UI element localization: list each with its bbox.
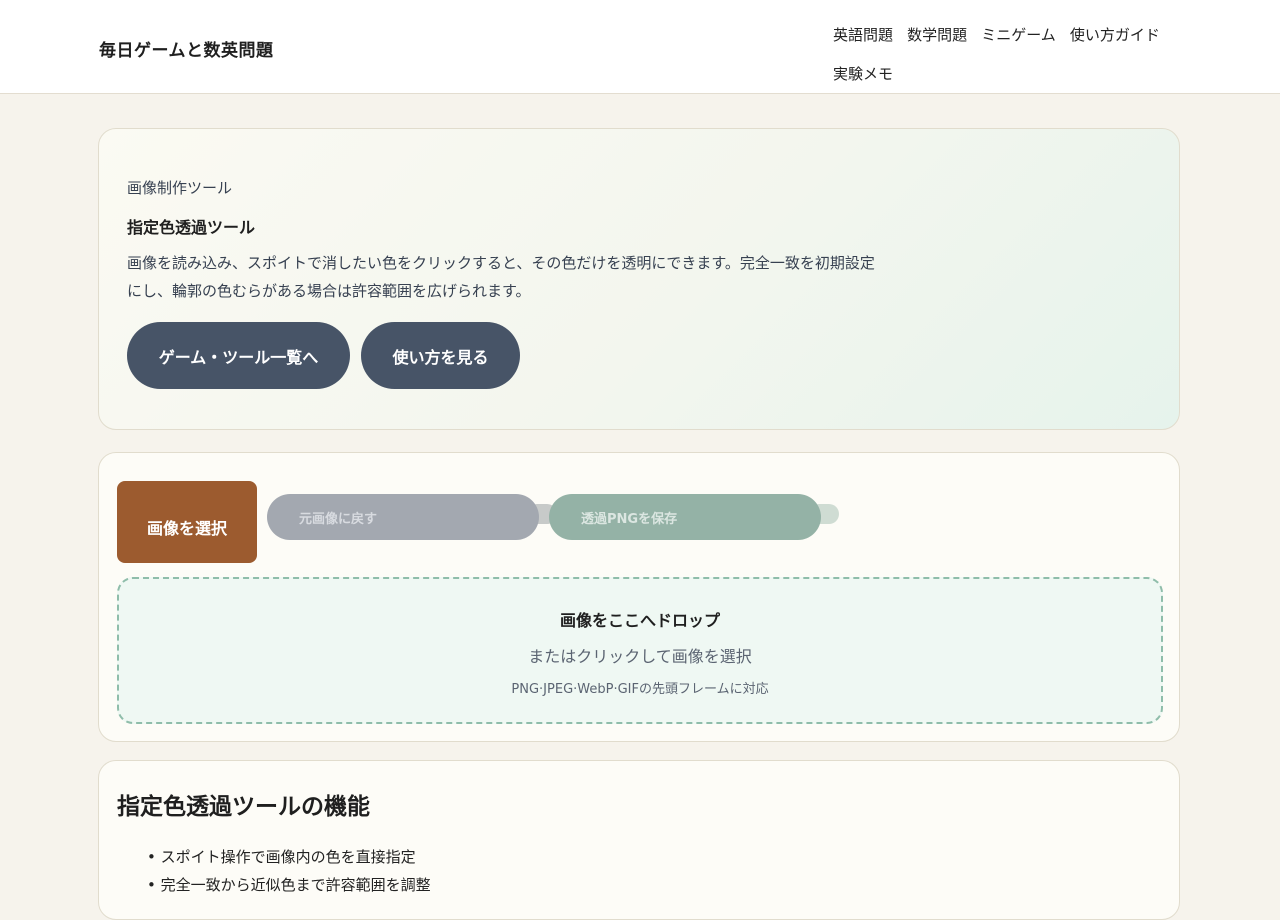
hero-card: 画像制作ツール 指定色透過ツール 画像を読み込み、スポイトで消したい色をクリック… bbox=[98, 128, 1180, 430]
howto-button[interactable]: 使い方を見る bbox=[361, 322, 520, 389]
save-png-button[interactable]: 透過PNGを保存 bbox=[549, 494, 821, 540]
dropzone-title: 画像をここへドロップ bbox=[559, 611, 720, 630]
features-list: スポイト操作で画像内の色を直接指定 完全一致から近似色まで許容範囲を調整 bbox=[147, 843, 431, 899]
list-item: 完全一致から近似色まで許容範囲を調整 bbox=[147, 871, 431, 899]
dropzone-format-note: PNG·JPEG·WebP·GIFの先頭フレームに対応 bbox=[511, 682, 769, 697]
nav-link-guide[interactable]: 使い方ガイド bbox=[1070, 16, 1160, 55]
page-title: 指定色透過ツール bbox=[127, 218, 256, 237]
dropzone-subtitle: またはクリックして画像を選択 bbox=[528, 647, 752, 666]
features-card: 指定色透過ツールの機能 スポイト操作で画像内の色を直接指定 完全一致から近似色ま… bbox=[98, 760, 1180, 920]
features-heading: 指定色透過ツールの機能 bbox=[117, 794, 370, 820]
site-header: 毎日ゲームと数英問題 英語問題 数学問題 ミニゲーム 使い方ガイド 実験メモ bbox=[0, 0, 1280, 94]
main-nav: 英語問題 数学問題 ミニゲーム 使い方ガイド 実験メモ bbox=[833, 16, 1173, 94]
nav-link-minigame[interactable]: ミニゲーム bbox=[981, 16, 1056, 55]
tool-card: 画像を選択 元画像に戻す 透過PNGを保存 画像をここへドロップ またはクリック… bbox=[98, 452, 1180, 742]
nav-link-memo[interactable]: 実験メモ bbox=[833, 55, 893, 94]
nav-link-math[interactable]: 数学問題 bbox=[907, 16, 967, 55]
category-label: 画像制作ツール bbox=[127, 179, 233, 197]
site-title[interactable]: 毎日ゲームと数英問題 bbox=[99, 36, 274, 61]
list-item: スポイト操作で画像内の色を直接指定 bbox=[147, 843, 431, 871]
games-list-button[interactable]: ゲーム・ツール一覧へ bbox=[127, 322, 350, 389]
nav-link-english[interactable]: 英語問題 bbox=[833, 16, 893, 55]
select-image-button[interactable]: 画像を選択 bbox=[117, 481, 257, 563]
page-description: 画像を読み込み、スポイトで消したい色をクリックすると、その色だけを透明にできます… bbox=[127, 254, 875, 300]
image-dropzone[interactable]: 画像をここへドロップ またはクリックして画像を選択 PNG·JPEG·WebP·… bbox=[117, 577, 1163, 724]
reset-image-button[interactable]: 元画像に戻す bbox=[267, 494, 539, 540]
